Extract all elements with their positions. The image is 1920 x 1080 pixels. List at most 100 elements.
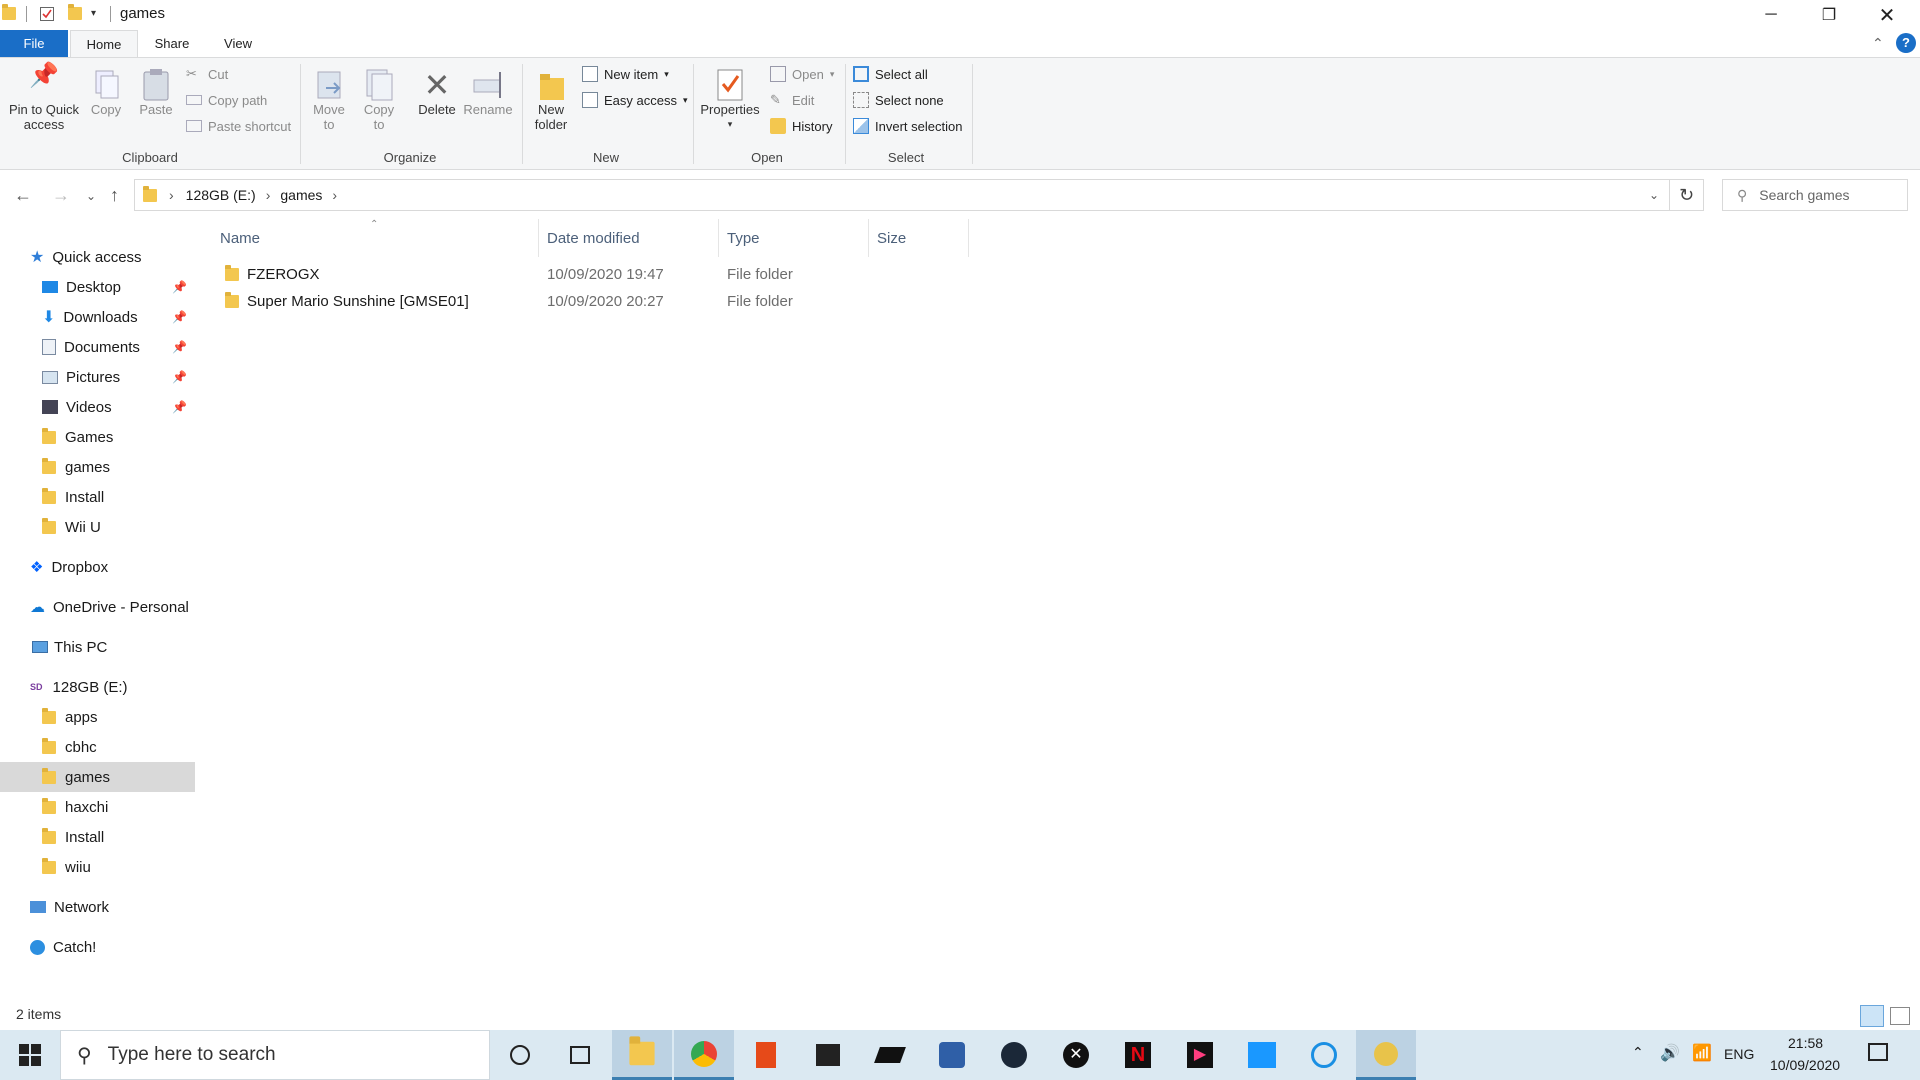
- pin-icon[interactable]: 📌: [172, 310, 187, 324]
- properties-button[interactable]: Properties ▾: [698, 68, 762, 132]
- column-header-name[interactable]: Name: [212, 219, 539, 257]
- taskbar-netflix[interactable]: N: [1108, 1030, 1168, 1080]
- taskbar-bluestacks[interactable]: [922, 1030, 982, 1080]
- show-hidden-icons-chevron-icon[interactable]: ⌃: [1632, 1044, 1644, 1061]
- pin-icon[interactable]: 📌: [172, 340, 187, 354]
- new-item-button[interactable]: New item ▾: [582, 64, 669, 84]
- sidebar-item-install-recent[interactable]: Install: [0, 482, 195, 512]
- help-icon[interactable]: ?: [1896, 33, 1916, 53]
- copy-path-button[interactable]: Copy path: [186, 90, 267, 110]
- address-bar[interactable]: › 128GB (E:) › games › ⌄: [134, 179, 1670, 211]
- tab-share[interactable]: Share: [142, 30, 202, 57]
- cortana-button[interactable]: [490, 1030, 550, 1080]
- select-all-button[interactable]: Select all: [853, 64, 928, 84]
- pin-to-quick-access-button[interactable]: 📌 Pin to Quick access: [4, 64, 84, 133]
- breadcrumb-drive[interactable]: 128GB (E:): [186, 187, 256, 203]
- details-view-icon[interactable]: [1860, 1005, 1884, 1027]
- taskbar-dolphin[interactable]: [1356, 1030, 1416, 1080]
- recent-locations-chevron-icon[interactable]: ⌄: [86, 189, 96, 203]
- taskbar-steam[interactable]: [984, 1030, 1044, 1080]
- properties-check-icon[interactable]: [40, 7, 54, 21]
- taskbar-video-app[interactable]: ▶: [1170, 1030, 1230, 1080]
- sidebar-item-desktop[interactable]: Desktop 📌: [0, 272, 195, 302]
- sidebar-item-apps[interactable]: apps: [0, 702, 195, 732]
- paste-button[interactable]: Paste: [134, 68, 178, 117]
- breadcrumb-separator-icon[interactable]: ›: [266, 187, 271, 203]
- breadcrumb-games[interactable]: games: [280, 187, 322, 203]
- pin-icon[interactable]: 📌: [172, 370, 187, 384]
- clock-time[interactable]: 21:58: [1788, 1035, 1823, 1051]
- minimize-button[interactable]: ─: [1742, 0, 1800, 30]
- tab-home[interactable]: Home: [70, 30, 138, 57]
- start-button[interactable]: [0, 1030, 60, 1080]
- large-icons-view-icon[interactable]: [1890, 1007, 1910, 1025]
- sidebar-item-downloads[interactable]: ⬇ Downloads 📌: [0, 302, 195, 332]
- search-input[interactable]: ⚲ Search games: [1722, 179, 1908, 211]
- task-view-button[interactable]: [550, 1030, 610, 1080]
- taskbar-chrome[interactable]: [674, 1030, 734, 1080]
- sidebar-item-games-recent[interactable]: Games: [0, 422, 195, 452]
- sidebar-item-games-lower[interactable]: games: [0, 452, 195, 482]
- taskbar-app-black[interactable]: [860, 1030, 920, 1080]
- taskbar-uplay[interactable]: [1294, 1030, 1354, 1080]
- copy-to-button[interactable]: Copy to: [358, 68, 400, 132]
- close-button[interactable]: ✕: [1858, 0, 1916, 30]
- tab-file[interactable]: File: [0, 30, 68, 57]
- invert-selection-button[interactable]: Invert selection: [853, 116, 962, 136]
- column-header-type[interactable]: Type: [719, 219, 869, 257]
- taskbar-store[interactable]: [798, 1030, 858, 1080]
- table-row[interactable]: FZEROGX 10/09/2020 19:47 File folder: [216, 261, 1166, 288]
- forward-arrow-icon[interactable]: →: [52, 185, 70, 206]
- refresh-button[interactable]: ↻: [1670, 179, 1704, 211]
- history-button[interactable]: History: [770, 116, 832, 136]
- taskbar-file-explorer[interactable]: [612, 1030, 672, 1080]
- column-header-size[interactable]: Size: [869, 219, 969, 257]
- taskbar-xbox[interactable]: ✕: [1046, 1030, 1106, 1080]
- column-header-date-modified[interactable]: Date modified: [539, 219, 719, 257]
- copy-button[interactable]: Copy: [84, 68, 128, 117]
- new-folder-button[interactable]: New folder: [530, 68, 572, 132]
- cut-button[interactable]: ✂ Cut: [186, 64, 228, 84]
- select-none-button[interactable]: Select none: [853, 90, 944, 110]
- open-button[interactable]: Open ▾: [770, 64, 834, 84]
- language-indicator[interactable]: ENG: [1724, 1046, 1754, 1062]
- rename-button[interactable]: Rename: [462, 68, 514, 117]
- back-arrow-icon[interactable]: ←: [14, 185, 32, 206]
- sidebar-item-quick-access[interactable]: ★ Quick access: [0, 242, 195, 272]
- collapse-ribbon-chevron-icon[interactable]: ⌃: [1872, 35, 1884, 52]
- tab-view[interactable]: View: [208, 30, 268, 57]
- sidebar-item-documents[interactable]: Documents 📌: [0, 332, 195, 362]
- sidebar-item-onedrive[interactable]: ☁ OneDrive - Personal: [0, 592, 195, 622]
- easy-access-button[interactable]: Easy access ▾: [582, 90, 688, 110]
- pin-icon[interactable]: 📌: [172, 280, 187, 294]
- clock-date[interactable]: 10/09/2020: [1770, 1057, 1840, 1073]
- delete-button[interactable]: ✕ Delete: [414, 68, 460, 117]
- volume-icon[interactable]: 🔊: [1660, 1043, 1680, 1063]
- notifications-icon[interactable]: [1868, 1043, 1888, 1061]
- sidebar-item-videos[interactable]: Videos 📌: [0, 392, 195, 422]
- customize-qat-chevron-icon[interactable]: ▾: [91, 8, 96, 19]
- up-arrow-icon[interactable]: ↑: [110, 185, 119, 206]
- sidebar-item-cbhc[interactable]: cbhc: [0, 732, 195, 762]
- new-folder-icon[interactable]: [68, 4, 82, 21]
- paste-shortcut-button[interactable]: Paste shortcut: [186, 116, 291, 136]
- sidebar-item-wiiu[interactable]: wiiu: [0, 852, 195, 882]
- sidebar-item-dropbox[interactable]: ❖ Dropbox: [0, 552, 195, 582]
- taskbar-prime-video[interactable]: [1232, 1030, 1292, 1080]
- wifi-icon[interactable]: 📶: [1692, 1043, 1712, 1063]
- taskbar-office[interactable]: [736, 1030, 796, 1080]
- sidebar-item-install[interactable]: Install: [0, 822, 195, 852]
- table-row[interactable]: Super Mario Sunshine [GMSE01] 10/09/2020…: [216, 288, 1166, 315]
- sidebar-item-this-pc[interactable]: This PC: [0, 632, 195, 662]
- edit-button[interactable]: ✎ Edit: [770, 90, 814, 110]
- sidebar-item-catch[interactable]: Catch!: [0, 932, 195, 962]
- sidebar-item-network[interactable]: Network: [0, 892, 195, 922]
- sidebar-item-pictures[interactable]: Pictures 📌: [0, 362, 195, 392]
- sidebar-item-haxchi[interactable]: haxchi: [0, 792, 195, 822]
- sidebar-item-128gb-drive[interactable]: SD 128GB (E:): [0, 672, 195, 702]
- breadcrumb-separator-icon[interactable]: ›: [169, 187, 174, 203]
- sidebar-item-games[interactable]: games: [0, 762, 195, 792]
- address-dropdown-chevron-icon[interactable]: ⌄: [1649, 188, 1659, 202]
- pin-icon[interactable]: 📌: [172, 400, 187, 414]
- restore-button[interactable]: ❐: [1800, 0, 1858, 30]
